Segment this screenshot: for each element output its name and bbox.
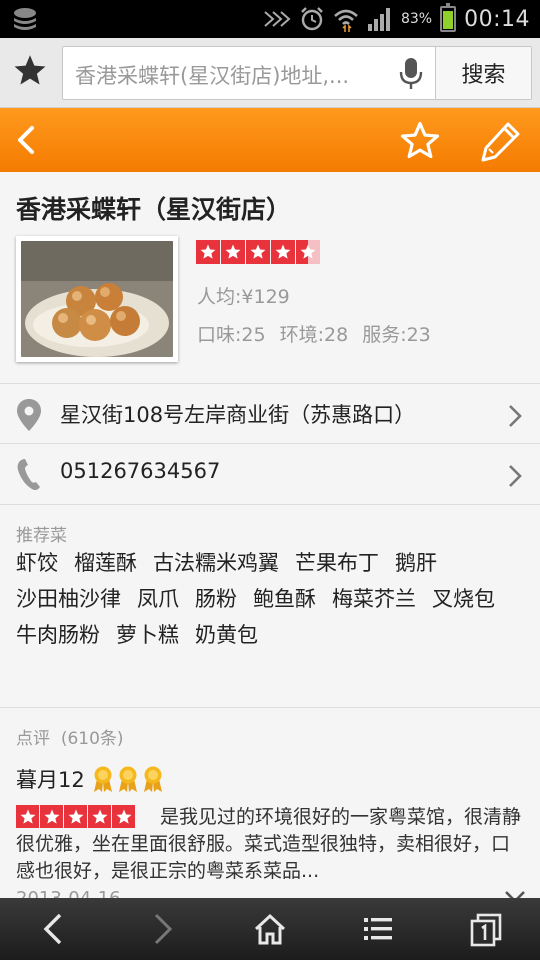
rating-star-icon — [64, 805, 87, 828]
average-price: 人均:¥129 — [197, 286, 290, 308]
back-chevron-icon[interactable] — [10, 122, 44, 158]
medal-icon — [143, 766, 162, 792]
battery-percent: 83% — [400, 11, 433, 27]
clock: 00:14 — [464, 6, 530, 32]
nav-back-button[interactable] — [0, 898, 108, 960]
nav-menu-button[interactable] — [324, 898, 432, 960]
mic-icon[interactable] — [399, 57, 423, 91]
nav-home-button[interactable] — [216, 898, 324, 960]
dish-item[interactable]: 凤爪 — [137, 585, 179, 613]
dish-item[interactable]: 奶黄包 — [195, 621, 258, 649]
status-bar: 83% 00:14 — [0, 0, 540, 38]
dish-item[interactable]: 肠粉 — [195, 585, 237, 613]
rating-star-icon — [16, 805, 39, 828]
address-bar[interactable]: 香港采蝶轩(星汉街店)地址,... 搜索 — [62, 46, 532, 100]
shop-header-bar — [0, 108, 540, 172]
shop-photo[interactable] — [16, 236, 178, 362]
food-photo-image — [21, 241, 173, 357]
phone-number: 051267634567 — [60, 459, 221, 483]
service-score: 服务:23 — [362, 324, 431, 346]
edit-pencil-icon[interactable] — [478, 118, 524, 164]
dish-list: 虾饺 榴莲酥 古法糯米鸡翼 芒果布丁 鹅肝 沙田柚沙律 凤爪 肠粉 鲍鱼酥 梅菜… — [16, 549, 528, 649]
wifi-icon — [334, 9, 358, 32]
dish-item[interactable]: 芒果布丁 — [295, 549, 379, 577]
rating-star-icon — [88, 805, 111, 828]
back-arrow-icon — [43, 913, 62, 945]
address-row[interactable]: 星汉街108号左岸商业街（苏惠路口） — [0, 383, 540, 443]
dish-item[interactable]: 虾饺 — [16, 549, 58, 577]
reviews-label: 点评 — [16, 729, 50, 749]
dish-item[interactable]: 榴莲酥 — [74, 549, 137, 577]
reviews-count: (610条) — [60, 729, 124, 749]
reviewer-level — [91, 765, 165, 793]
chevron-right-icon — [509, 465, 522, 487]
dish-item[interactable]: 古法糯米鸡翼 — [153, 549, 279, 577]
app-stack-icon — [14, 8, 36, 30]
nfc-icon — [264, 11, 291, 27]
bookmark-star-icon[interactable] — [12, 53, 48, 89]
nav-tabs-button[interactable] — [432, 898, 540, 960]
menu-icon — [364, 918, 392, 940]
dish-item[interactable]: 鹅肝 — [395, 549, 437, 577]
nav-forward-button[interactable] — [108, 898, 216, 960]
forward-arrow-icon — [154, 913, 173, 945]
rating-half-star-icon — [296, 240, 320, 264]
address-text: 星汉街108号左岸商业街（苏惠路口） — [60, 403, 416, 427]
dish-item[interactable]: 梅菜芥兰 — [332, 585, 416, 613]
reviews-section: 点评 (610条) 暮月12 是我见过的环境很好的一家粤菜馆，很清静很优雅，坐在… — [0, 707, 540, 898]
shop-rating-stars — [196, 240, 320, 264]
chevron-down-icon[interactable] — [504, 890, 526, 898]
phone-icon — [17, 459, 40, 491]
dish-item[interactable]: 沙田柚沙律 — [16, 585, 121, 613]
dish-item[interactable]: 牛肉肠粉 — [16, 621, 100, 649]
environment-score: 环境:28 — [279, 324, 349, 346]
chevron-right-icon — [509, 405, 522, 427]
battery-icon — [440, 3, 457, 32]
taste-score: 口味:25 — [197, 324, 266, 346]
phone-row[interactable]: 051267634567 — [0, 443, 540, 503]
rating-star-icon — [196, 240, 220, 264]
map-pin-icon — [17, 399, 41, 431]
recommended-label: 推荐菜 — [16, 526, 67, 546]
dish-item[interactable]: 叉烧包 — [432, 585, 495, 613]
rating-star-icon — [246, 240, 270, 264]
tabs-icon — [470, 913, 502, 947]
medal-icon — [93, 766, 112, 792]
dish-item[interactable]: 萝卜糕 — [116, 621, 179, 649]
shop-detail: 香港采蝶轩（星汉街店） 人均:¥129 口味:25 环境:28 服务:23 星汉… — [0, 172, 540, 898]
recommended-dishes-section: 推荐菜 虾饺 榴莲酥 古法糯米鸡翼 芒果布丁 鹅肝 沙田柚沙律 凤爪 肠粉 鲍鱼… — [0, 504, 540, 707]
shop-title: 香港采蝶轩（星汉街店） — [16, 195, 292, 224]
favorite-star-icon[interactable] — [398, 120, 442, 162]
dish-item[interactable]: 鲍鱼酥 — [253, 585, 316, 613]
rating-star-icon — [112, 805, 135, 828]
browser-bottom-nav — [0, 898, 540, 960]
rating-star-icon — [271, 240, 295, 264]
sub-scores: 口味:25 环境:28 服务:23 — [197, 320, 431, 347]
alarm-icon — [301, 7, 323, 31]
review-rating-stars — [16, 805, 135, 828]
medal-icon — [118, 766, 137, 792]
review-date: 2013-04-16 — [16, 888, 121, 898]
browser-bar: 香港采蝶轩(星汉街店)地址,... 搜索 — [0, 38, 540, 108]
search-button[interactable]: 搜索 — [435, 47, 531, 99]
rating-star-icon — [221, 240, 245, 264]
home-icon — [254, 913, 286, 945]
reviewer-name[interactable]: 暮月12 — [16, 764, 85, 794]
signal-icon — [367, 8, 390, 31]
rating-star-icon — [40, 805, 63, 828]
url-text[interactable]: 香港采蝶轩(星汉街店)地址,... — [75, 60, 385, 90]
reviews-header: 点评 (610条) — [16, 724, 124, 749]
review-author[interactable]: 暮月12 — [16, 764, 165, 794]
